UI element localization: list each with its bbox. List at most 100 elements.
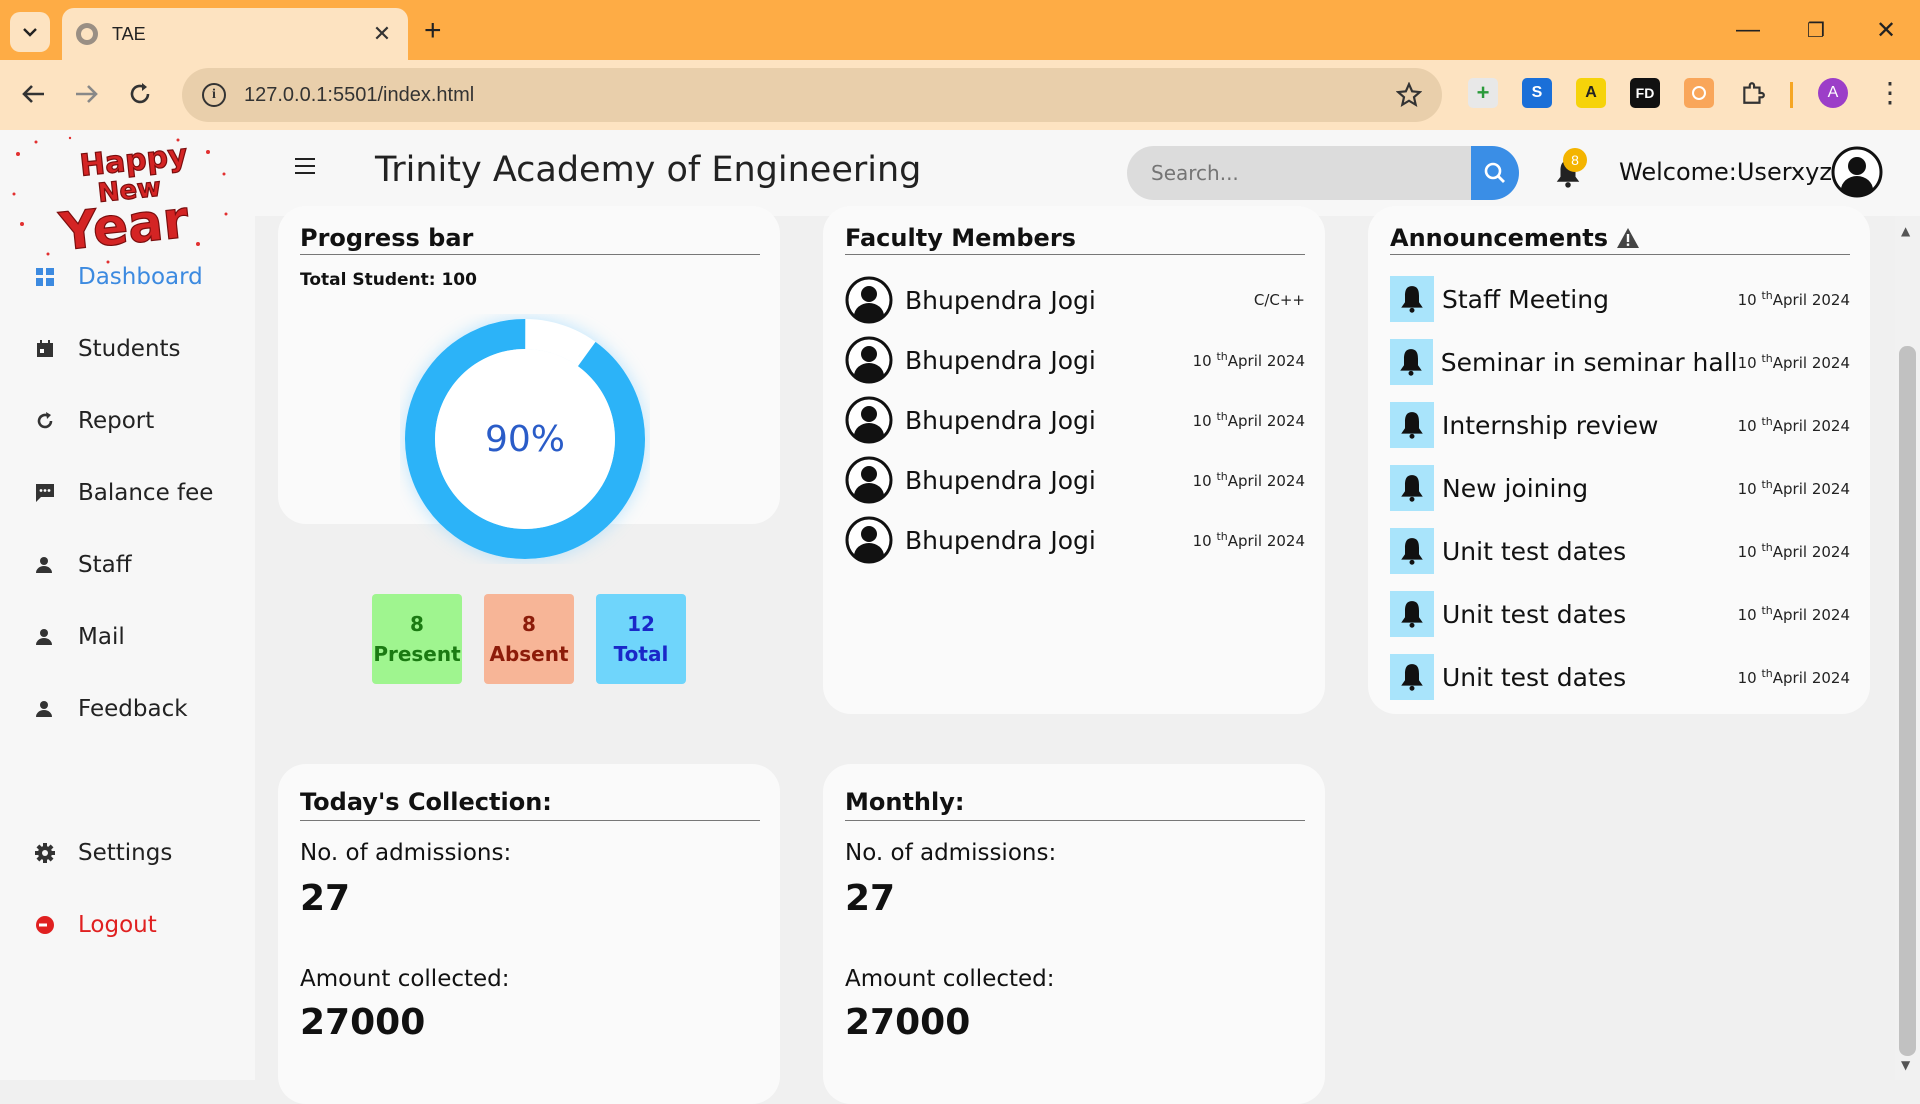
- address-bar[interactable]: i 127.0.0.1:5501/index.html: [182, 68, 1442, 122]
- sidebar-item-label: Dashboard: [78, 264, 203, 290]
- reload-button[interactable]: [122, 76, 158, 112]
- announcement-row[interactable]: Seminar in seminar hall 10 thApril 2024: [1390, 339, 1850, 385]
- present-count: 8: [410, 612, 424, 636]
- tab-search-button[interactable]: [10, 12, 50, 52]
- sidebar-item-staff[interactable]: Staff: [34, 552, 132, 578]
- more-menu-icon[interactable]: ⋮: [1876, 76, 1904, 109]
- announcement-text: Unit test dates: [1442, 536, 1627, 566]
- user-icon: [34, 626, 56, 648]
- admissions-value: 27: [845, 878, 896, 919]
- new-tab-button[interactable]: +: [424, 14, 442, 48]
- amount-label: Amount collected:: [300, 966, 510, 992]
- orange-extension-icon[interactable]: [1684, 78, 1714, 108]
- logout-icon: [34, 914, 56, 936]
- announcement-row[interactable]: Unit test dates 10 thApril 2024: [1390, 528, 1850, 574]
- a-extension-icon[interactable]: A: [1576, 78, 1606, 108]
- arrow-left-icon: [22, 85, 44, 103]
- sidebar-item-mail[interactable]: Mail: [34, 624, 125, 650]
- sidebar-item-feedback[interactable]: Feedback: [34, 696, 188, 722]
- welcome-text: Welcome:Userxyz: [1619, 158, 1832, 186]
- faculty-row: Bhupendra Jogi 10 thApril 2024: [845, 456, 1305, 504]
- minimize-button[interactable]: —: [1728, 12, 1768, 48]
- svg-text:Year: Year: [56, 190, 192, 263]
- faculty-avatar-icon: [845, 456, 893, 504]
- close-window-button[interactable]: ✕: [1866, 12, 1906, 48]
- sidebar-item-report[interactable]: Report: [34, 408, 154, 434]
- grid-icon: [34, 266, 56, 288]
- back-button[interactable]: [16, 76, 52, 112]
- announcement-date: 10 thApril 2024: [1737, 289, 1850, 309]
- search-button[interactable]: [1471, 146, 1519, 200]
- page: Happy New Year Dashboard Students Report: [0, 130, 1920, 1104]
- divider: [845, 254, 1305, 255]
- tab-title: TAE: [112, 23, 146, 44]
- sidebar-item-label: Settings: [78, 840, 173, 866]
- user-avatar-icon[interactable]: [1831, 146, 1883, 198]
- announcement-date: 10 thApril 2024: [1737, 352, 1850, 372]
- scroll-down-arrow-icon[interactable]: ▼: [1901, 1058, 1910, 1072]
- site-info-icon[interactable]: i: [202, 83, 226, 107]
- announcement-text: Seminar in seminar hall: [1440, 347, 1738, 377]
- puzzle-icon[interactable]: [1738, 78, 1768, 108]
- bell-icon: [1390, 339, 1433, 385]
- warning-icon: [1617, 228, 1640, 248]
- happy-new-year-logo: Happy New Year: [12, 136, 228, 264]
- announcement-date: 10 thApril 2024: [1737, 478, 1850, 498]
- faculty-date: 10 thApril 2024: [1192, 350, 1305, 370]
- faculty-row: Bhupendra Jogi 10 thApril 2024: [845, 396, 1305, 444]
- announcement-date: 10 thApril 2024: [1737, 667, 1850, 687]
- reload-icon: [130, 83, 150, 104]
- sidebar-item-dashboard[interactable]: Dashboard: [34, 264, 203, 290]
- faculty-name: Bhupendra Jogi: [905, 465, 1096, 495]
- restore-button[interactable]: ❐: [1796, 12, 1836, 48]
- s-extension-icon[interactable]: S: [1522, 78, 1552, 108]
- sidebar-item-logout[interactable]: Logout: [34, 912, 157, 938]
- amount-value: 27000: [845, 1002, 971, 1043]
- announcements-card-title: Announcements: [1390, 224, 1640, 252]
- fd-extension-icon[interactable]: FD: [1630, 78, 1660, 108]
- faculty-subject: C/C++: [1253, 291, 1305, 309]
- sidebar-item-settings[interactable]: Settings: [34, 840, 172, 866]
- announcement-row[interactable]: Unit test dates 10 thApril 2024: [1390, 654, 1850, 700]
- site-title: Trinity Academy of Engineering: [375, 150, 922, 190]
- sidebar-item-label: Feedback: [78, 696, 188, 722]
- hamburger-menu-icon[interactable]: [295, 158, 315, 174]
- url-text[interactable]: 127.0.0.1:5501/index.html: [244, 84, 1396, 107]
- page-scrollbar[interactable]: ▲ ▼: [1895, 216, 1920, 1080]
- announcement-text: Unit test dates: [1442, 662, 1627, 692]
- sidebar-item-students[interactable]: Students: [34, 336, 181, 362]
- admissions-label: No. of admissions:: [300, 840, 512, 866]
- bell-icon: [1390, 528, 1434, 574]
- announcement-row[interactable]: Unit test dates 10 thApril 2024: [1390, 591, 1850, 637]
- admissions-value: 27: [300, 878, 351, 919]
- tab-close-button[interactable]: ✕: [370, 22, 394, 47]
- sidebar-item-balance-fee[interactable]: Balance fee: [34, 480, 213, 506]
- profile-avatar[interactable]: A: [1818, 78, 1848, 108]
- faculty-avatar-icon: [845, 276, 893, 324]
- faculty-avatar-icon: [845, 516, 893, 564]
- faculty-date: 10 thApril 2024: [1192, 530, 1305, 550]
- search-icon: [1484, 162, 1505, 183]
- total-students-text: Total Student: 100: [300, 270, 477, 290]
- bookmark-star-icon[interactable]: [1396, 82, 1422, 108]
- announcement-row[interactable]: Internship review 10 thApril 2024: [1390, 402, 1850, 448]
- forward-button[interactable]: [68, 76, 104, 112]
- search-input[interactable]: [1127, 146, 1471, 200]
- globe-icon: [76, 23, 98, 45]
- absent-count: 8: [522, 612, 536, 636]
- browser-tab[interactable]: TAE ✕: [62, 8, 408, 60]
- scroll-thumb[interactable]: [1899, 346, 1916, 1056]
- absent-badge: 8 Absent: [484, 594, 574, 684]
- plus-extension-icon[interactable]: +: [1468, 78, 1498, 108]
- faculty-name: Bhupendra Jogi: [905, 285, 1096, 315]
- scroll-up-arrow-icon[interactable]: ▲: [1901, 224, 1910, 238]
- calendar-icon: [34, 338, 56, 360]
- sidebar-item-label: Balance fee: [78, 480, 214, 506]
- total-label: Total: [613, 642, 669, 666]
- dashboard-content: Progress bar Total Student: 100 90% 8 Pr…: [255, 206, 1895, 1104]
- announcements-title-text: Announcements: [1390, 224, 1609, 252]
- announcement-row[interactable]: New joining 10 thApril 2024: [1390, 465, 1850, 511]
- announcement-row[interactable]: Staff Meeting 10 thApril 2024: [1390, 276, 1850, 322]
- bell-icon: [1390, 402, 1434, 448]
- browser-tabstrip: TAE ✕ + — ❐ ✕: [0, 0, 1920, 60]
